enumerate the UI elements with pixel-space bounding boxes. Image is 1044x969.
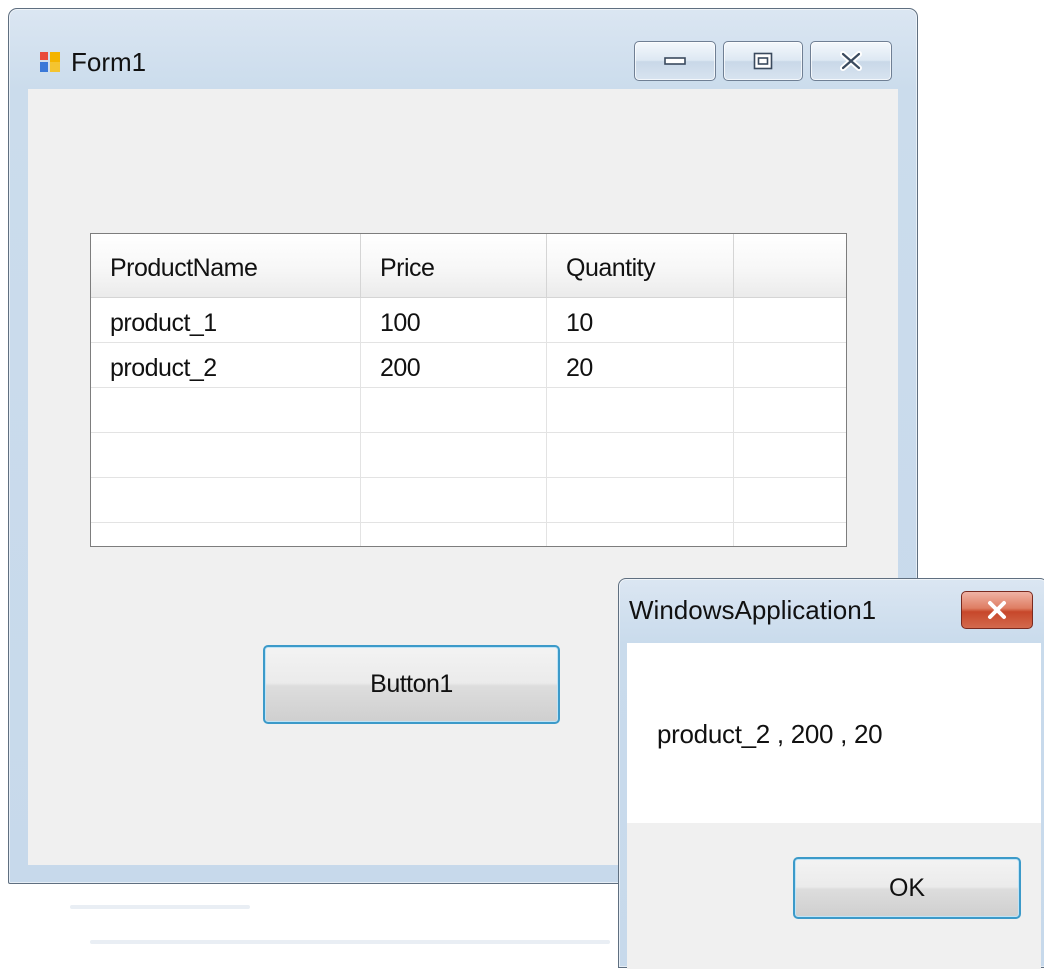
cell-quantity[interactable]: [547, 478, 734, 523]
column-header-productname[interactable]: ProductName: [91, 234, 361, 297]
data-grid-view[interactable]: ProductName Price Quantity product_1 100…: [90, 233, 847, 547]
table-row[interactable]: [91, 478, 846, 523]
table-row[interactable]: product_1 100 10: [91, 298, 846, 343]
minimize-icon: [664, 57, 686, 65]
ok-button[interactable]: OK: [793, 857, 1021, 919]
title-bar[interactable]: Form1: [9, 9, 917, 89]
table-row[interactable]: [91, 433, 846, 478]
cell-filler: [734, 298, 846, 343]
cell-price[interactable]: [361, 433, 547, 478]
cell-quantity[interactable]: [547, 433, 734, 478]
cell-quantity[interactable]: [547, 388, 734, 433]
column-header-quantity[interactable]: Quantity: [547, 234, 734, 297]
cell-productname[interactable]: [91, 433, 361, 478]
table-row[interactable]: product_2 200 20: [91, 343, 846, 388]
cell-price[interactable]: [361, 388, 547, 433]
maximize-icon: [753, 52, 773, 70]
cell-filler: [734, 388, 846, 433]
cell-empty: [734, 523, 846, 546]
message-text: product_2 , 200 , 20: [657, 719, 883, 749]
table-row-partial: [91, 523, 846, 546]
cell-empty: [361, 523, 547, 546]
close-button[interactable]: [810, 41, 892, 81]
message-box-title: WindowsApplication1: [629, 595, 877, 625]
app-icon: [40, 52, 60, 72]
message-box-footer: OK: [627, 823, 1041, 969]
cell-price[interactable]: [361, 478, 547, 523]
close-icon: [840, 51, 862, 71]
table-row[interactable]: [91, 388, 846, 433]
minimize-button[interactable]: [634, 41, 716, 81]
cell-quantity[interactable]: 10: [547, 298, 734, 343]
close-icon: [988, 601, 1006, 619]
cell-productname[interactable]: product_1: [91, 298, 361, 343]
window-title: Form1: [71, 47, 147, 77]
cell-filler: [734, 478, 846, 523]
cell-productname[interactable]: product_2: [91, 343, 361, 388]
column-header-price[interactable]: Price: [361, 234, 547, 297]
cell-empty: [91, 523, 361, 546]
cell-price[interactable]: 100: [361, 298, 547, 343]
message-box-close-button[interactable]: [961, 591, 1033, 629]
grid-header-row: ProductName Price Quantity: [91, 234, 846, 298]
cell-quantity[interactable]: 20: [547, 343, 734, 388]
column-header-filler: [734, 234, 846, 297]
button1[interactable]: Button1: [263, 645, 560, 724]
cell-filler: [734, 433, 846, 478]
maximize-button[interactable]: [723, 41, 803, 81]
background-artifact: [70, 905, 250, 909]
message-box-body: product_2 , 200 , 20: [627, 643, 1041, 823]
message-box-window: WindowsApplication1 product_2 , 200 , 20…: [618, 578, 1044, 969]
cell-empty: [547, 523, 734, 546]
cell-filler: [734, 343, 846, 388]
cell-productname[interactable]: [91, 388, 361, 433]
cell-productname[interactable]: [91, 478, 361, 523]
cell-price[interactable]: 200: [361, 343, 547, 388]
background-artifact: [90, 940, 610, 944]
